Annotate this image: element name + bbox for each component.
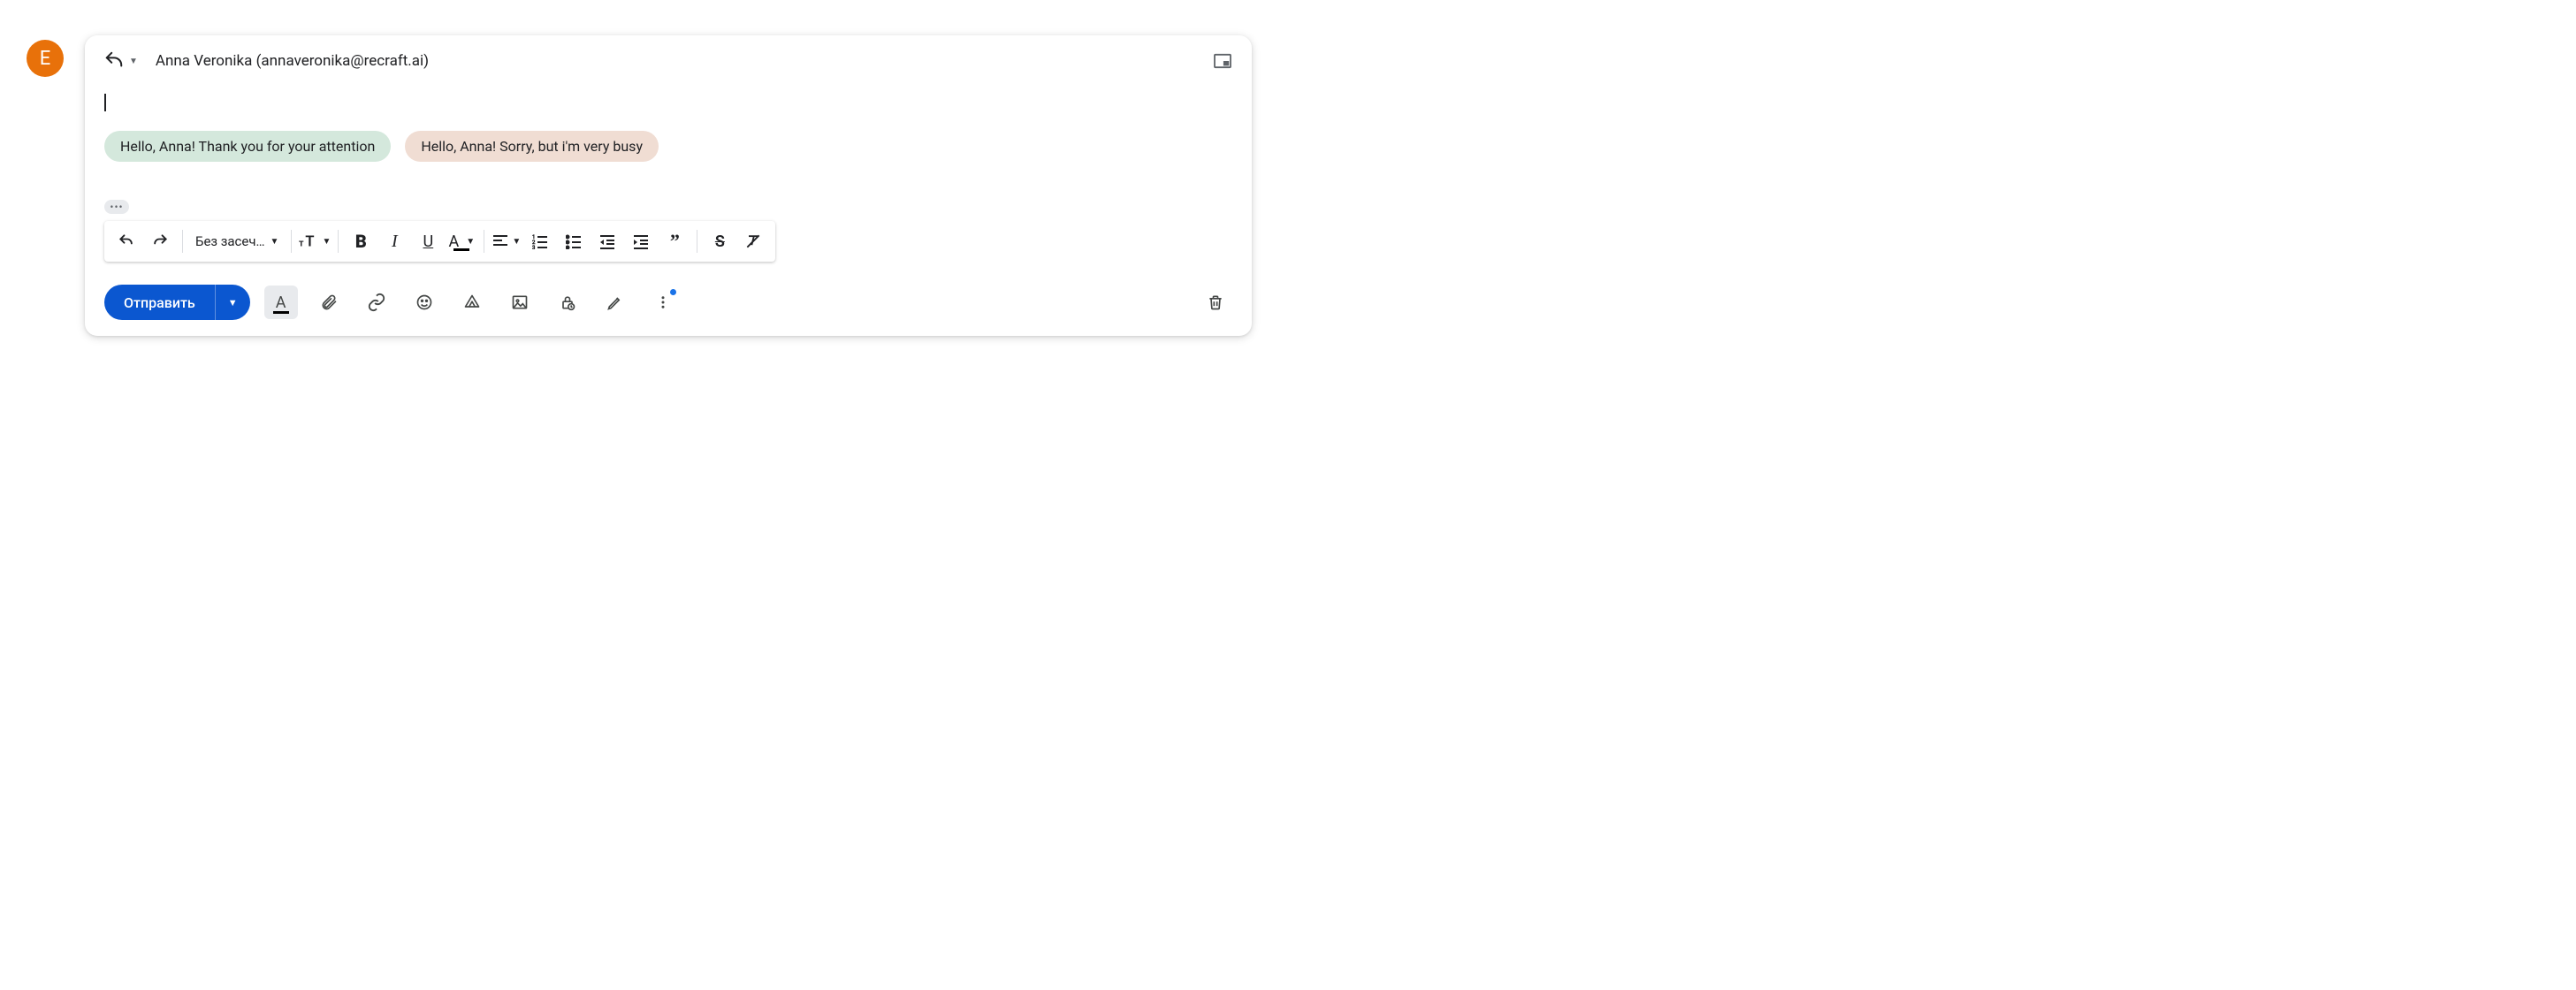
separator (338, 230, 339, 253)
font-size-select[interactable]: тT ▼ (299, 226, 331, 256)
compose-actions: Отправить ▼ A (104, 285, 1232, 320)
indent-less-button[interactable] (592, 226, 622, 256)
send-options-button[interactable]: ▼ (216, 285, 250, 320)
compose-body[interactable] (104, 87, 1232, 131)
undo-button[interactable] (111, 226, 141, 256)
sender-avatar: E (27, 40, 64, 77)
quote-button[interactable]: ” (659, 226, 690, 256)
font-family-select[interactable]: Без засеч… ▼ (190, 226, 284, 256)
attach-file-button[interactable] (312, 286, 346, 319)
trimmed-content-toggle[interactable]: ••• (104, 200, 129, 214)
separator (291, 230, 292, 253)
send-button-group: Отправить ▼ (104, 285, 250, 320)
smart-reply-suggestions: Hello, Anna! Thank you for your attentio… (104, 131, 1232, 162)
suggestion-chip[interactable]: Hello, Anna! Thank you for your attentio… (104, 131, 391, 162)
compose-header: ▼ Anna Veronika (annaveronika@recraft.ai… (104, 51, 1232, 71)
format-toolbar: Без засеч… ▼ тT ▼ B I U A ▼ ▼ 123 (104, 221, 775, 262)
align-button[interactable]: ▼ (492, 226, 522, 256)
send-button[interactable]: Отправить (104, 285, 215, 320)
insert-drive-button[interactable] (455, 286, 489, 319)
underline-button[interactable]: U (413, 226, 443, 256)
insert-photo-button[interactable] (503, 286, 537, 319)
svg-text:т: т (299, 238, 304, 249)
numbered-list-button[interactable]: 123 (525, 226, 555, 256)
popout-icon[interactable] (1213, 53, 1232, 69)
color-swatch (273, 311, 289, 315)
discard-draft-button[interactable] (1199, 286, 1232, 319)
chevron-down-icon: ▼ (322, 237, 331, 247)
formatting-options-button[interactable]: A (264, 286, 298, 319)
redo-button[interactable] (145, 226, 175, 256)
insert-emoji-button[interactable] (408, 286, 441, 319)
text-cursor (104, 94, 106, 111)
chevron-down-icon: ▼ (466, 237, 475, 247)
chevron-down-icon: ▼ (512, 237, 521, 247)
more-options-button[interactable] (646, 286, 680, 319)
bulleted-list-button[interactable] (559, 226, 589, 256)
compose-card: ▼ Anna Veronika (annaveronika@recraft.ai… (85, 35, 1252, 336)
reply-icon (104, 51, 124, 71)
color-swatch (453, 248, 469, 252)
notification-dot-icon (670, 289, 676, 295)
svg-text:3: 3 (532, 245, 535, 249)
remove-formatting-button[interactable] (738, 226, 768, 256)
reply-type-selector[interactable]: ▼ (104, 51, 138, 71)
chevron-down-icon: ▼ (129, 57, 138, 66)
text-color-button[interactable]: A ▼ (446, 226, 476, 256)
recipient-label[interactable]: Anna Veronika (annaveronika@recraft.ai) (156, 52, 429, 70)
svg-text:T: T (306, 234, 315, 251)
indent-more-button[interactable] (626, 226, 656, 256)
suggestion-chip[interactable]: Hello, Anna! Sorry, but i'm very busy (405, 131, 659, 162)
insert-link-button[interactable] (360, 286, 393, 319)
insert-signature-button[interactable] (598, 286, 632, 319)
chevron-down-icon: ▼ (271, 237, 279, 247)
separator (182, 230, 183, 253)
confidential-mode-button[interactable] (551, 286, 584, 319)
italic-button[interactable]: I (379, 226, 409, 256)
font-family-label: Без засеч… (195, 233, 265, 249)
strikethrough-button[interactable]: S (705, 226, 735, 256)
bold-button[interactable]: B (346, 226, 376, 256)
